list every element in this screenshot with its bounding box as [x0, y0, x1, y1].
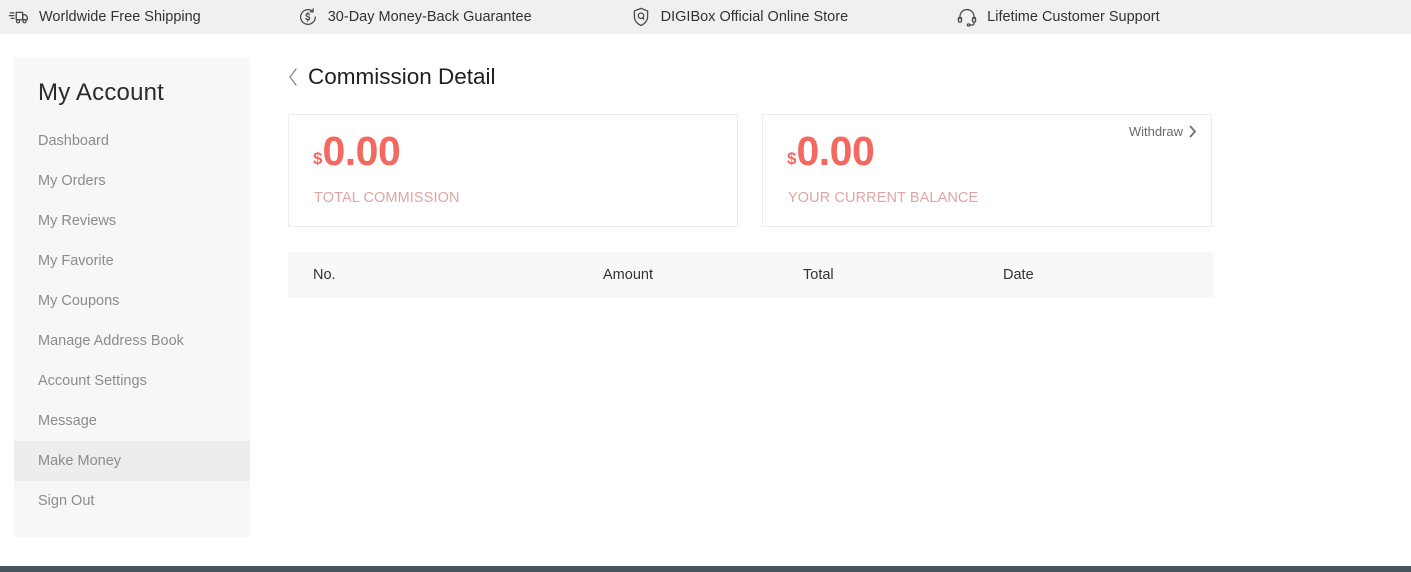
amount-value: 0.00: [796, 131, 874, 172]
footer-accent-bar: [0, 566, 1411, 572]
amount-value: 0.00: [322, 131, 400, 172]
delivery-truck-icon: [8, 6, 30, 28]
promo-label: Lifetime Customer Support: [987, 10, 1159, 25]
sidebar-item-manage-address-book[interactable]: Manage Address Book: [14, 321, 250, 361]
currency-symbol: $: [313, 150, 322, 167]
top-promo-bar: Worldwide Free Shipping 30-Day Money-Bac…: [0, 0, 1411, 34]
column-header-total: Total: [803, 267, 1003, 283]
money-back-icon: [297, 6, 319, 28]
commission-table: No. Amount Total Date: [288, 252, 1214, 298]
chevron-right-icon: [1189, 125, 1197, 138]
column-header-amount: Amount: [603, 267, 803, 283]
promo-item-official-store: DIGIBox Official Online Store: [630, 0, 849, 34]
sidebar-item-my-reviews[interactable]: My Reviews: [14, 201, 250, 241]
promo-item-shipping: Worldwide Free Shipping: [8, 0, 201, 34]
current-balance-card: Withdraw $ 0.00 YOUR CURRENT BALANCE: [762, 114, 1212, 227]
sidebar-item-dashboard[interactable]: Dashboard: [14, 121, 250, 161]
total-commission-card: $ 0.00 TOTAL COMMISSION: [288, 114, 738, 227]
page-header: Commission Detail: [282, 57, 1388, 97]
table-header-row: No. Amount Total Date: [288, 252, 1214, 298]
sidebar-item-message[interactable]: Message: [14, 401, 250, 441]
sidebar-nav: Dashboard My Orders My Reviews My Favori…: [14, 121, 250, 521]
column-header-date: Date: [1003, 267, 1203, 283]
withdraw-label: Withdraw: [1129, 125, 1183, 138]
promo-item-money-back: 30-Day Money-Back Guarantee: [297, 0, 532, 34]
sidebar-title: My Account: [14, 57, 250, 113]
sidebar-item-my-favorite[interactable]: My Favorite: [14, 241, 250, 281]
withdraw-button[interactable]: Withdraw: [1129, 125, 1197, 138]
total-commission-amount: $ 0.00: [313, 131, 400, 172]
sidebar-item-account-settings[interactable]: Account Settings: [14, 361, 250, 401]
currency-symbol: $: [787, 150, 796, 167]
total-commission-label: TOTAL COMMISSION: [314, 190, 460, 206]
chevron-left-icon[interactable]: [282, 65, 304, 89]
account-sidebar: My Account Dashboard My Orders My Review…: [14, 57, 250, 537]
current-balance-label: YOUR CURRENT BALANCE: [788, 190, 978, 206]
promo-label: 30-Day Money-Back Guarantee: [328, 10, 532, 25]
sidebar-item-my-orders[interactable]: My Orders: [14, 161, 250, 201]
promo-label: DIGIBox Official Online Store: [661, 10, 849, 25]
column-header-no: No.: [288, 267, 603, 283]
promo-item-support: Lifetime Customer Support: [956, 0, 1159, 34]
sidebar-item-my-coupons[interactable]: My Coupons: [14, 281, 250, 321]
summary-cards: $ 0.00 TOTAL COMMISSION Withdraw $ 0.00 …: [288, 114, 1388, 227]
headset-icon: [956, 6, 978, 28]
main-content: Commission Detail $ 0.00 TOTAL COMMISSIO…: [288, 57, 1388, 298]
sidebar-item-make-money[interactable]: Make Money: [14, 441, 250, 481]
page-title: Commission Detail: [308, 66, 496, 89]
promo-label: Worldwide Free Shipping: [39, 10, 201, 25]
shield-check-icon: [630, 6, 652, 28]
sidebar-item-sign-out[interactable]: Sign Out: [14, 481, 250, 521]
current-balance-amount: $ 0.00: [787, 131, 874, 172]
